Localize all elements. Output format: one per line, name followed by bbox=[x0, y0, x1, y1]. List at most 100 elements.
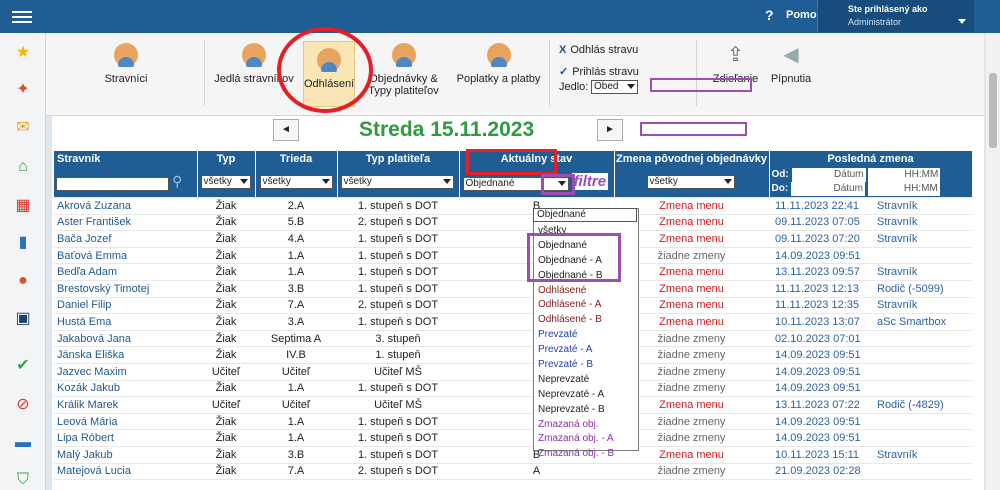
cell-name[interactable]: Kozák Jakub bbox=[54, 380, 197, 398]
typ-filter[interactable]: všetky bbox=[200, 175, 251, 189]
search-icon[interactable]: ⚲ bbox=[172, 173, 182, 189]
table-row[interactable]: Akrová Zuzana Žiak 2.A 1. stupeň s DOT B Zmen… bbox=[54, 197, 972, 215]
cell-date: 09.11.2023 07:05 bbox=[775, 216, 860, 229]
table-row[interactable]: Leová MáriaŽiak1.A1. stupeň s DOTAžiadne… bbox=[54, 413, 972, 431]
table-row[interactable]: Baťová EmmaŽiak1.A1. stupeň s DOTAžiadne… bbox=[54, 247, 972, 265]
pipnutia-button[interactable]: ◀ Pípnutia bbox=[766, 41, 816, 85]
jedlo-select[interactable]: Obed bbox=[591, 80, 638, 94]
dropdown-option[interactable]: Zmazaná obj. bbox=[534, 418, 638, 433]
cell-name[interactable]: Baťová Emma bbox=[54, 247, 197, 265]
cell-source: aSc Smartbox bbox=[877, 315, 947, 328]
platitel-filter[interactable]: všetky bbox=[340, 175, 454, 189]
magic-wand-icon[interactable]: ✦ bbox=[13, 80, 33, 100]
star-icon[interactable]: ★ bbox=[13, 43, 33, 63]
dropdown-option[interactable]: Prevzaté bbox=[534, 328, 638, 343]
dropdown-option[interactable]: Zmazaná obj. - A bbox=[534, 432, 638, 447]
cell-name[interactable]: Leová Mária bbox=[54, 413, 197, 431]
shield-icon[interactable]: ⛉ bbox=[13, 470, 33, 490]
cell-last-change: 11.11.2023 12:13 Rodič (-5099) bbox=[769, 280, 972, 298]
mail-icon[interactable]: ✉ bbox=[13, 118, 33, 138]
table-row[interactable]: Jánska EliškaŽiakIV.B1. stupeňAžiadne zm… bbox=[54, 346, 972, 364]
col-header-trieda[interactable]: Trieda bbox=[255, 151, 338, 167]
table-row[interactable]: Brestovský Timotej Žiak 3.B 1. stupeň s DOT… bbox=[54, 280, 972, 298]
objednavky-button[interactable]: Objednávky & Typy platiteľov bbox=[366, 41, 441, 97]
table-row[interactable]: Bača JozefŽiak4.A1. stupeň s DOTBZmena m… bbox=[54, 230, 972, 248]
dropdown-option[interactable]: Odhlásené - A bbox=[534, 298, 638, 313]
table-row[interactable]: Jakabová JanaŽiakSeptima A3. stupeňAžiad… bbox=[54, 330, 972, 348]
table-row[interactable]: Bedľa AdamŽiak1.A1. stupeň s DOTBZmena m… bbox=[54, 263, 972, 281]
cell-name[interactable]: Daniel Filip bbox=[54, 297, 197, 315]
prihlas-stravu-button[interactable]: ✓ Prihlás stravu bbox=[559, 65, 639, 78]
dropdown-option[interactable]: Zmazaná obj. - B bbox=[534, 447, 638, 462]
col-header-zmena[interactable]: Zmena pôvodnej objednávky bbox=[614, 151, 770, 167]
do-date-input[interactable]: Dátum bbox=[790, 182, 865, 196]
cell-date: 11.11.2023 12:35 bbox=[775, 299, 860, 312]
dropdown-option[interactable]: Prevzaté - A bbox=[534, 343, 638, 358]
cell-name[interactable]: Bedľa Adam bbox=[54, 263, 197, 281]
dropdown-option[interactable]: Neprevzaté - A bbox=[534, 388, 638, 403]
cell-name[interactable]: Jakabová Jana bbox=[54, 330, 197, 348]
ban-icon[interactable]: ⊘ bbox=[13, 395, 33, 415]
cell-name[interactable]: Brestovský Timotej bbox=[54, 280, 197, 298]
user-icon[interactable]: ● bbox=[13, 271, 33, 291]
cell-platitel: 1. stupeň s DOT bbox=[337, 197, 459, 215]
table-row[interactable]: Kozák JakubŽiak1.A1. stupeň s DOTAžiadne… bbox=[54, 380, 972, 398]
col-header-posledna-zmena[interactable]: Posledná zmena bbox=[769, 151, 973, 167]
col-header-typ[interactable]: Typ bbox=[197, 151, 256, 167]
table-row[interactable]: Malý Jakub Žiak 3.B 1. stupeň s DOT B Zmena m… bbox=[54, 446, 972, 464]
user-menu[interactable]: Ste prihlásený ako Administrátor bbox=[817, 0, 974, 32]
menu-icon[interactable] bbox=[12, 8, 32, 24]
briefcase-icon[interactable]: ▬ bbox=[13, 433, 33, 453]
trieda-filter[interactable]: všetky bbox=[259, 175, 333, 189]
table-row[interactable]: Lipa RóbertŽiak1.A1. stupeň s DOTAžiadne… bbox=[54, 429, 972, 447]
help-icon[interactable]: ? bbox=[765, 7, 774, 23]
next-day-button[interactable]: ► bbox=[597, 119, 623, 141]
calendar-grid-icon[interactable]: ▦ bbox=[13, 196, 33, 216]
toolbar: Stravníci Jedlá stravníkov Odhlásení Obj… bbox=[46, 33, 984, 116]
table-row[interactable]: Jazvec MaximUčiteľUčiteľUčiteľ MŠAžiadne… bbox=[54, 363, 972, 381]
cell-name[interactable]: Akrová Zuzana bbox=[54, 197, 197, 215]
cell-last-change: 14.09.2023 09:51 bbox=[769, 346, 972, 364]
cell-last-change: 14.09.2023 09:51 bbox=[769, 429, 972, 447]
name-search-input[interactable] bbox=[56, 176, 169, 191]
scrollbar[interactable] bbox=[986, 33, 1000, 490]
od-date-input[interactable]: Dátum bbox=[791, 168, 866, 182]
cell-name[interactable]: Bača Jozef bbox=[54, 230, 197, 248]
cell-trieda: 1.A bbox=[255, 247, 337, 265]
zmena-filter[interactable]: všetky bbox=[646, 175, 735, 189]
col-header-stravnik[interactable]: Stravník bbox=[54, 151, 198, 167]
calendar-icon[interactable]: ▣ bbox=[13, 309, 33, 329]
scrollbar-thumb[interactable] bbox=[989, 73, 997, 148]
poplatky-button[interactable]: Poplatky a platby bbox=[451, 41, 546, 85]
table-row[interactable]: Daniel FilipŽiak7.A2. stupeň s DOTBZmena… bbox=[54, 297, 972, 315]
cell-name[interactable]: Jazvec Maxim bbox=[54, 363, 197, 381]
dropdown-option[interactable]: Odhlásené bbox=[534, 284, 638, 299]
cell-trieda: Septima A bbox=[255, 330, 337, 348]
od-time-input[interactable]: HH:MM bbox=[868, 168, 941, 182]
cell-last-change: 14.09.2023 09:51 bbox=[769, 247, 972, 265]
stravnici-button[interactable]: Stravníci bbox=[96, 41, 156, 85]
table-row[interactable]: Matejová Lucia Žiak 7.A 2. stupeň s DOT Ažia… bbox=[54, 463, 972, 481]
prev-day-button[interactable]: ◄ bbox=[273, 119, 299, 141]
stav-dropdown-selected[interactable]: Objednané bbox=[533, 208, 637, 222]
dropdown-option[interactable]: Neprevzaté bbox=[534, 373, 638, 388]
dropdown-option[interactable]: Prevzaté - B bbox=[534, 358, 638, 373]
book-icon[interactable]: ▮ bbox=[13, 233, 33, 253]
table-row[interactable]: Hustá EmaŽiak3.A1. stupeň s DOTBZmena me… bbox=[54, 313, 972, 331]
cell-name[interactable]: Aster František bbox=[54, 214, 197, 232]
do-time-input[interactable]: HH:MM bbox=[867, 182, 940, 196]
cell-name[interactable]: Malý Jakub bbox=[54, 446, 197, 464]
cell-name[interactable]: Jánska Eliška bbox=[54, 346, 197, 364]
check-icon[interactable]: ✔ bbox=[13, 356, 33, 376]
cell-name[interactable]: Králik Marek bbox=[54, 396, 197, 414]
cell-name[interactable]: Hustá Ema bbox=[54, 313, 197, 331]
table-row[interactable]: Aster FrantišekŽiak5.B2. stupeň s DOTBZm… bbox=[54, 214, 972, 232]
odhlas-stravu-button[interactable]: X Odhlás stravu bbox=[559, 44, 638, 56]
cell-name[interactable]: Matejová Lucia bbox=[54, 463, 197, 481]
col-header-typ-platitela[interactable]: Typ platiteľa bbox=[337, 151, 460, 167]
table-row[interactable]: Králik MarekUčiteľUčiteľUčiteľ MŠBZmena … bbox=[54, 396, 972, 414]
home-icon[interactable]: ⌂ bbox=[13, 157, 33, 177]
dropdown-option[interactable]: Neprevzaté - B bbox=[534, 403, 638, 418]
cell-name[interactable]: Lipa Róbert bbox=[54, 429, 197, 447]
dropdown-option[interactable]: Odhlásené - B bbox=[534, 313, 638, 328]
